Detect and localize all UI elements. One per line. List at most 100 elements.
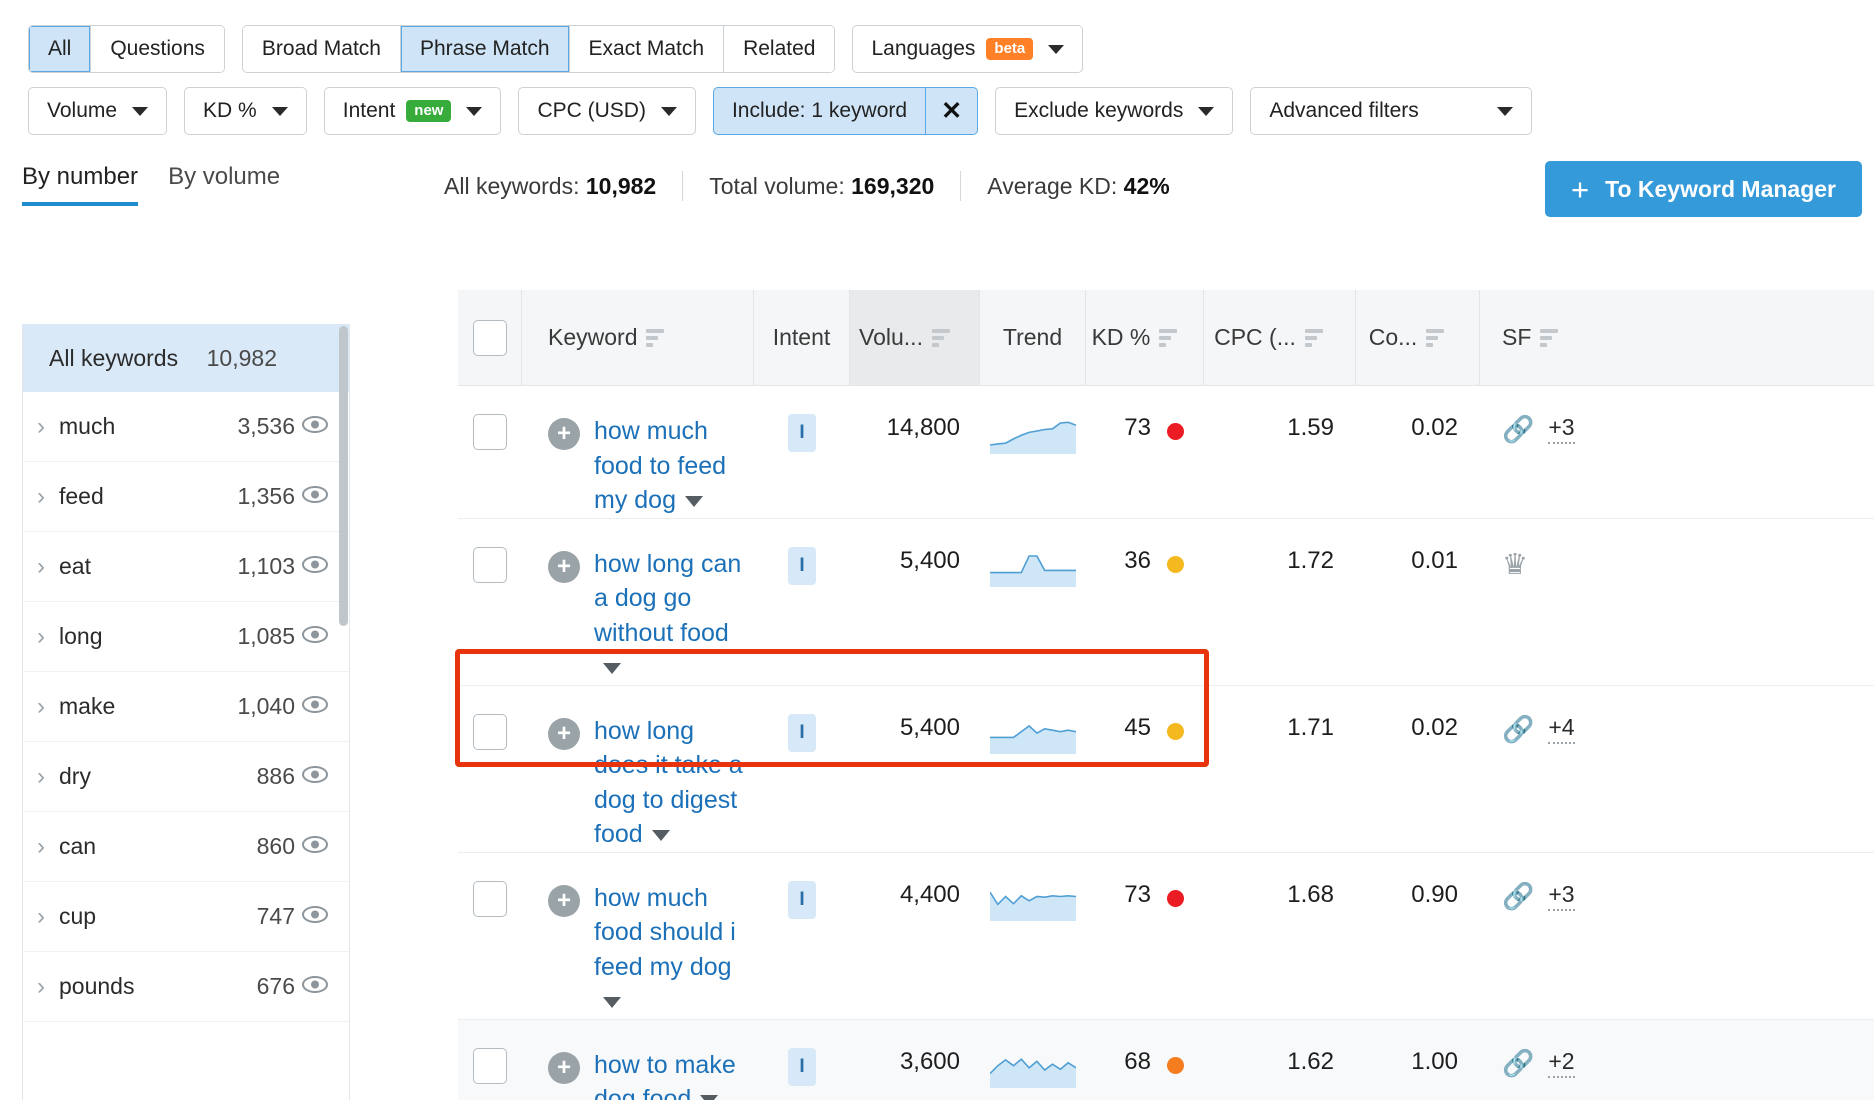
include-keywords-filter[interactable]: Include: 1 keyword ✕ — [712, 87, 979, 135]
advanced-filters[interactable]: Advanced filters — [1250, 87, 1533, 135]
sidebar-item-feed[interactable]: › feed 1,356 — [23, 462, 349, 532]
sort-icon[interactable] — [1159, 328, 1178, 347]
chevron-right-icon[interactable]: › — [23, 833, 59, 861]
eye-icon[interactable] — [295, 555, 335, 578]
languages-dropdown[interactable]: Languages beta — [852, 25, 1084, 73]
tab-by-number[interactable]: By number — [22, 163, 139, 206]
column-header-kd[interactable]: KD % — [1086, 290, 1204, 385]
eye-icon[interactable] — [295, 975, 335, 998]
add-keyword-icon[interactable]: + — [548, 418, 580, 450]
cpc-filter[interactable]: CPC (USD) — [518, 87, 696, 135]
filter-related[interactable]: Related — [724, 26, 835, 72]
table-row[interactable]: + how long does it take a dog to digest f… — [458, 686, 1874, 853]
sort-icon[interactable] — [646, 328, 665, 347]
sf-count[interactable]: +3 — [1548, 881, 1575, 911]
column-header-keyword[interactable]: Keyword — [522, 290, 754, 385]
exclude-keywords-filter[interactable]: Exclude keywords — [995, 87, 1234, 135]
sort-icon[interactable] — [1426, 328, 1445, 347]
chevron-right-icon[interactable]: › — [23, 903, 59, 931]
filter-broad-match[interactable]: Broad Match — [242, 26, 401, 72]
intent-badge[interactable]: I — [788, 414, 816, 452]
link-icon[interactable]: 🔗 — [1502, 714, 1534, 745]
table-row[interactable]: + how much food should i feed my dog I 4,40… — [458, 853, 1874, 1020]
sidebar-item-can[interactable]: › can 860 — [23, 812, 349, 882]
chevron-right-icon[interactable]: › — [23, 413, 59, 441]
add-keyword-icon[interactable]: + — [548, 550, 580, 583]
table-row[interactable]: + how to make dog food I 3,600 68 1.62 1.00 🔗 +2 — [458, 1019, 1874, 1100]
chevron-right-icon[interactable]: › — [23, 483, 59, 511]
filter-questions[interactable]: Questions — [91, 26, 224, 72]
sort-icon[interactable] — [1304, 328, 1323, 347]
row-checkbox[interactable] — [473, 713, 507, 750]
column-header-competition[interactable]: Co... — [1356, 290, 1480, 385]
intent-badge[interactable]: I — [788, 1047, 816, 1086]
keyword-link[interactable]: how long does it take a dog to digest fo… — [594, 714, 754, 852]
intent-filter[interactable]: Intent new — [323, 87, 502, 135]
keyword-dropdown-icon[interactable] — [684, 495, 703, 507]
eye-icon[interactable] — [295, 905, 335, 928]
keyword-dropdown-icon[interactable] — [651, 829, 670, 841]
tab-by-volume[interactable]: By volume — [168, 163, 280, 202]
keyword-dropdown-icon[interactable] — [700, 1094, 719, 1100]
filter-phrase-match[interactable]: Phrase Match — [400, 26, 570, 72]
eye-icon[interactable] — [295, 625, 335, 648]
eye-icon[interactable] — [295, 695, 335, 718]
sidebar-item-pounds[interactable]: › pounds 676 — [23, 952, 349, 1022]
link-icon[interactable]: 🔗 — [1502, 881, 1534, 912]
sidebar-item-cup[interactable]: › cup 747 — [23, 882, 349, 952]
to-keyword-manager-button[interactable]: + To Keyword Manager — [1545, 161, 1862, 217]
table-row[interactable]: + how much food to feed my dog I 14,800 73 1.… — [458, 386, 1874, 519]
intent-badge[interactable]: I — [788, 880, 816, 919]
sort-icon[interactable] — [931, 328, 950, 347]
row-checkbox[interactable] — [473, 1047, 507, 1084]
sf-count[interactable]: +2 — [1548, 1048, 1575, 1078]
column-header-intent[interactable]: Intent — [754, 290, 850, 385]
table-row[interactable]: + how long can a dog go without food I 5,40… — [458, 519, 1874, 686]
keyword-link[interactable]: how much food should i feed my dog — [594, 881, 754, 1019]
row-checkbox[interactable] — [473, 880, 507, 917]
chevron-right-icon[interactable]: › — [23, 623, 59, 651]
column-header-cpc[interactable]: CPC (... — [1204, 290, 1356, 385]
link-icon[interactable]: 🔗 — [1502, 414, 1534, 445]
kd-filter[interactable]: KD % — [184, 87, 307, 135]
filter-all[interactable]: All — [29, 26, 92, 72]
chevron-right-icon[interactable]: › — [23, 693, 59, 721]
row-checkbox[interactable] — [473, 546, 507, 583]
eye-icon[interactable] — [295, 765, 335, 788]
keyword-link[interactable]: how to make dog food — [594, 1048, 754, 1100]
sidebar-item-much[interactable]: › much 3,536 — [23, 392, 349, 462]
sidebar-item-make[interactable]: › make 1,040 — [23, 672, 349, 742]
column-header-trend[interactable]: Trend — [980, 290, 1086, 385]
add-keyword-icon[interactable]: + — [548, 884, 580, 917]
add-keyword-icon[interactable]: + — [548, 717, 580, 750]
add-keyword-icon[interactable]: + — [548, 1051, 580, 1084]
eye-icon[interactable] — [295, 415, 335, 438]
sf-count[interactable]: +3 — [1548, 414, 1575, 444]
keyword-dropdown-icon[interactable] — [603, 996, 621, 1008]
row-checkbox[interactable] — [473, 414, 507, 450]
sf-count[interactable]: +4 — [1548, 714, 1575, 744]
sidebar-item-eat[interactable]: › eat 1,103 — [23, 532, 349, 602]
chevron-right-icon[interactable]: › — [23, 553, 59, 581]
column-header-volume[interactable]: Volu... — [850, 290, 980, 385]
sidebar-item-dry[interactable]: › dry 886 — [23, 742, 349, 812]
intent-badge[interactable]: I — [788, 713, 816, 752]
keyword-link[interactable]: how much food to feed my dog — [594, 414, 754, 518]
keyword-dropdown-icon[interactable] — [603, 662, 621, 674]
column-header-sf[interactable]: SF — [1480, 290, 1620, 385]
keyword-link[interactable]: how long can a dog go without food — [594, 547, 754, 685]
filter-exact-match[interactable]: Exact Match — [569, 26, 725, 72]
close-icon[interactable]: ✕ — [925, 88, 977, 134]
eye-icon[interactable] — [295, 485, 335, 508]
sidebar-scrollbar[interactable] — [339, 326, 348, 626]
eye-icon[interactable] — [295, 835, 335, 858]
chevron-right-icon[interactable]: › — [23, 973, 59, 1001]
sidebar-item-long[interactable]: › long 1,085 — [23, 602, 349, 672]
link-icon[interactable]: 🔗 — [1502, 1048, 1534, 1079]
intent-badge[interactable]: I — [788, 546, 816, 585]
volume-filter[interactable]: Volume — [28, 87, 168, 135]
sort-icon[interactable] — [1540, 328, 1559, 347]
sidebar-item-all-keywords[interactable]: All keywords 10,982 — [23, 324, 349, 392]
select-all-checkbox[interactable] — [472, 319, 507, 356]
chevron-right-icon[interactable]: › — [23, 763, 59, 791]
